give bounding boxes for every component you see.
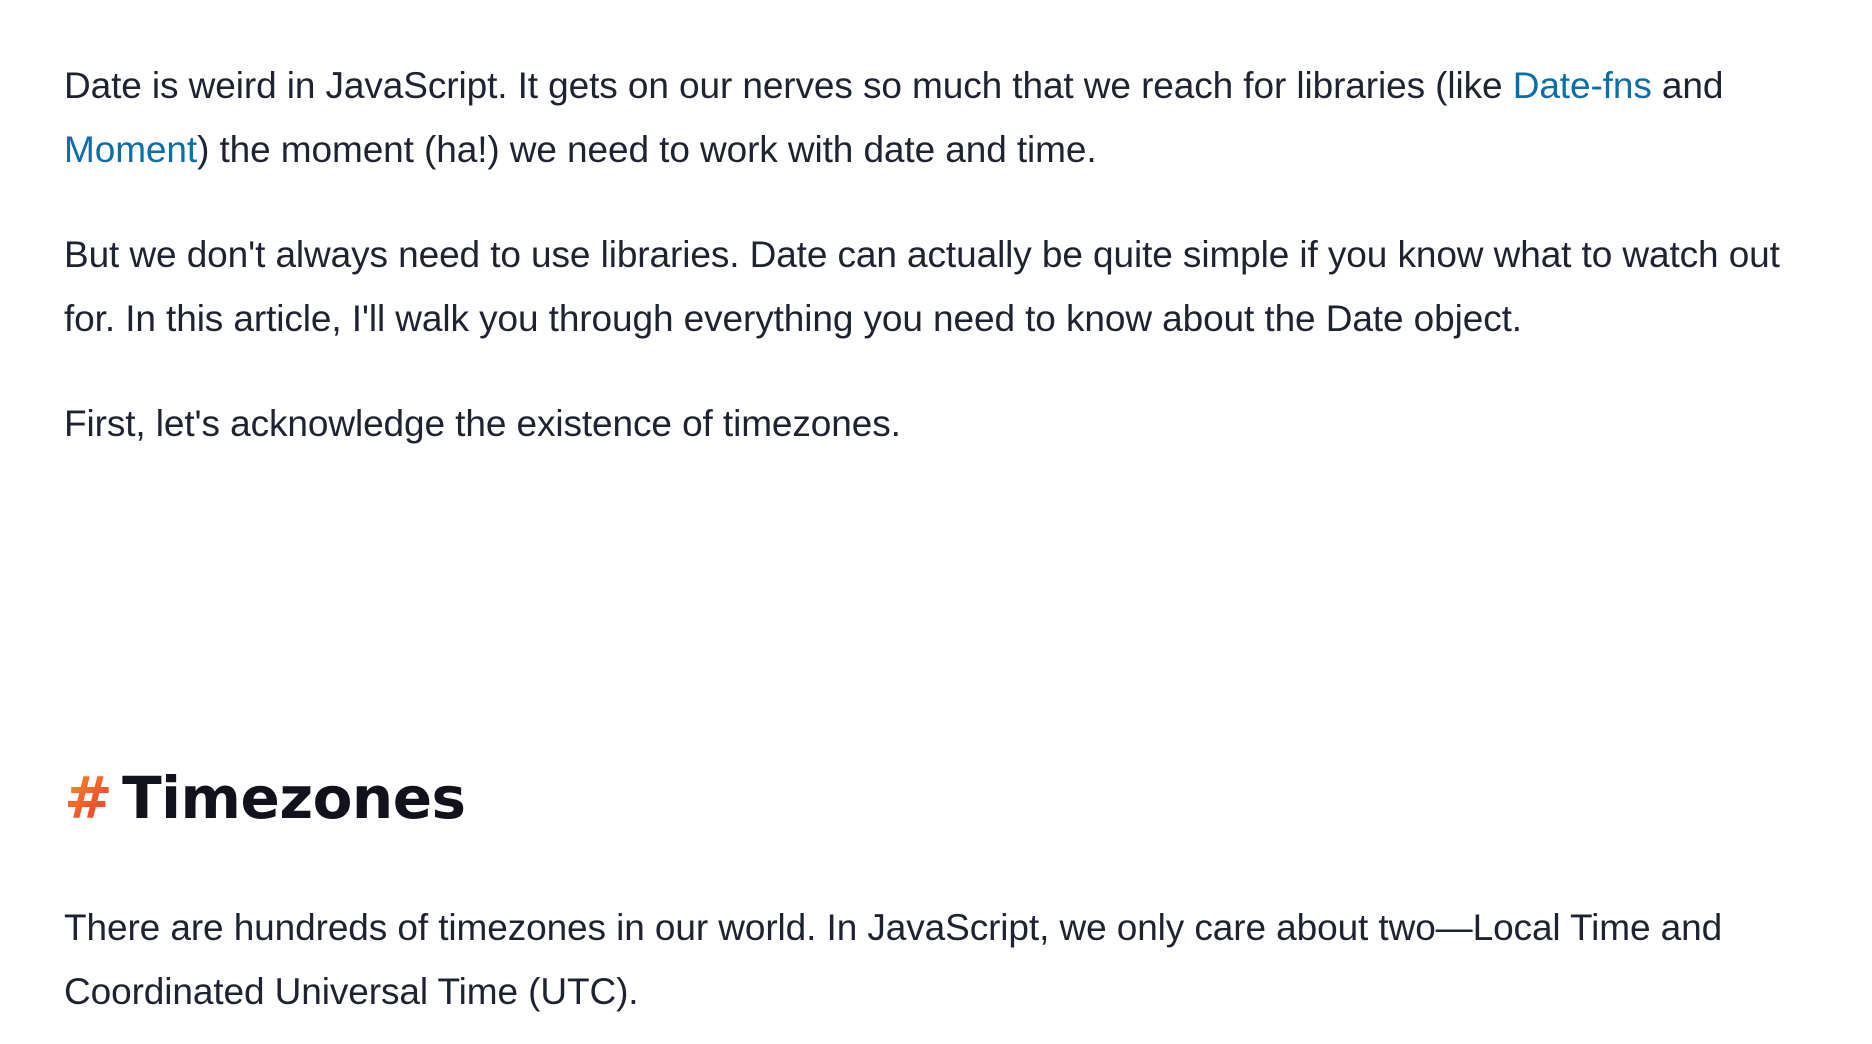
date-fns-link[interactable]: Date-fns <box>1513 65 1652 106</box>
section-heading-timezones: # Timezones <box>64 758 466 838</box>
intro-paragraph-1: Date is weird in JavaScript. It gets on … <box>64 54 1824 182</box>
article-intro: Date is weird in JavaScript. It gets on … <box>64 54 1824 497</box>
moment-link[interactable]: Moment <box>64 129 197 170</box>
anchor-hash-link[interactable]: # <box>64 758 113 838</box>
intro-text-c: ) the moment (ha!) we need to work with … <box>197 129 1097 170</box>
intro-text-a: Date is weird in JavaScript. It gets on … <box>64 65 1513 106</box>
timezones-paragraph-1: There are hundreds of timezones in our w… <box>64 907 1723 1012</box>
intro-paragraph-3: First, let's acknowledge the existence o… <box>64 403 901 444</box>
intro-paragraph-2: But we don't always need to use librarie… <box>64 234 1780 339</box>
section-title: Timezones <box>122 764 466 832</box>
intro-text-b: and <box>1651 65 1724 106</box>
